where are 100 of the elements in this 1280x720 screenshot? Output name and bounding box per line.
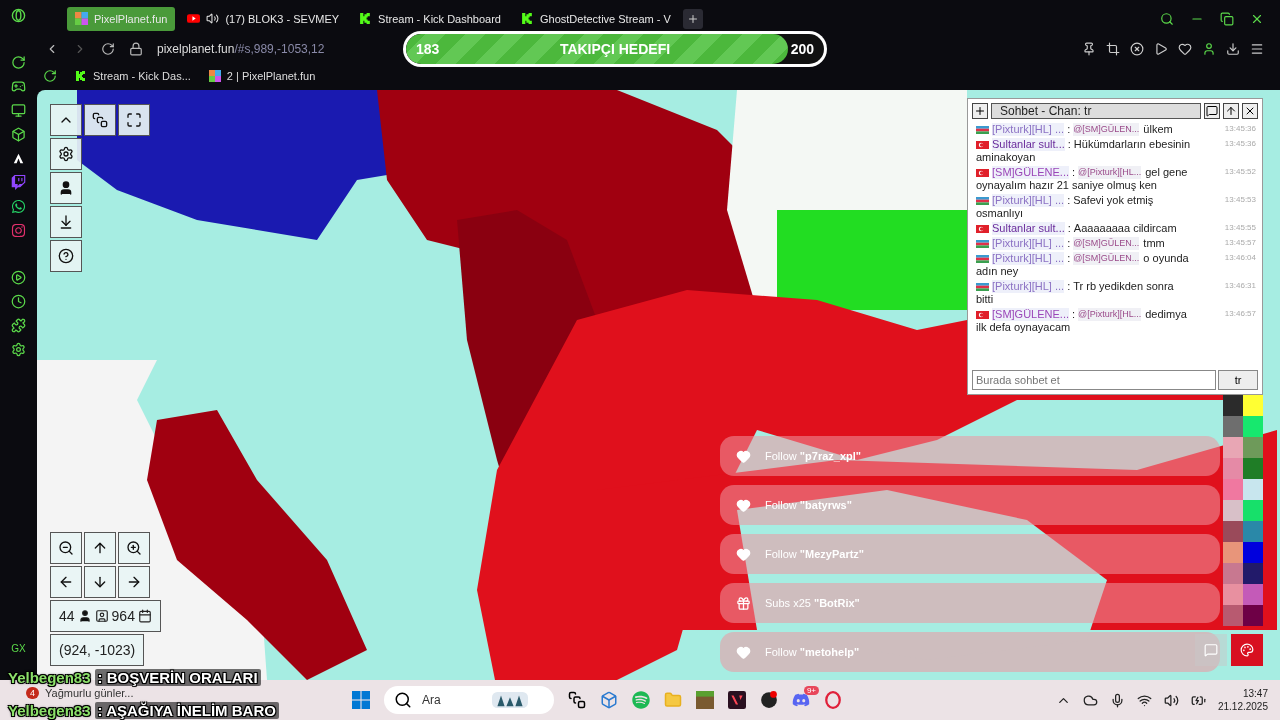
move-down-button[interactable]	[84, 566, 116, 598]
user-icon[interactable]	[58, 180, 74, 196]
caret-logo-icon[interactable]	[11, 151, 26, 166]
profile-icon[interactable]	[1202, 42, 1216, 56]
palette-icon[interactable]	[1240, 643, 1254, 657]
help-button[interactable]	[50, 240, 82, 272]
color-swatch[interactable]	[1243, 500, 1263, 521]
zoom-out-icon[interactable]	[58, 540, 74, 556]
chat-username[interactable]: [SM]GÜLENE...	[992, 308, 1070, 321]
task-view-icon[interactable]	[568, 691, 586, 709]
color-swatch[interactable]	[1223, 605, 1243, 626]
channel-button[interactable]: tr	[1218, 370, 1258, 390]
chip-icon[interactable]	[11, 127, 26, 142]
chat-username[interactable]: [Pixturk][HL] ...	[992, 237, 1065, 250]
collapse-button[interactable]	[50, 104, 82, 136]
play-icon[interactable]	[1154, 42, 1168, 56]
palette-button[interactable]	[1231, 634, 1263, 666]
instagram-icon[interactable]	[11, 223, 26, 238]
zoom-out-button[interactable]	[50, 532, 82, 564]
address-bar[interactable]: pixelplanet.fun/#s,989,-1053,12	[157, 42, 325, 56]
browser-tab[interactable]: Stream - Kick Dashboard	[351, 6, 509, 31]
pin-icon[interactable]	[1082, 42, 1096, 56]
twitch-icon[interactable]	[11, 175, 26, 190]
arrow-right-icon[interactable]	[126, 574, 142, 590]
download-button[interactable]	[50, 206, 82, 238]
gamepad-icon[interactable]	[11, 79, 26, 94]
color-swatch[interactable]	[1243, 605, 1263, 626]
chat-username[interactable]: [Pixturk][HL] ...	[992, 123, 1065, 136]
refresh-icon[interactable]	[11, 55, 26, 70]
color-swatch[interactable]	[1243, 458, 1263, 479]
clock-date[interactable]: 21.12.2025	[1217, 700, 1268, 713]
volume-icon[interactable]	[1163, 692, 1179, 708]
play-icon[interactable]	[11, 270, 26, 285]
cloud-icon[interactable]	[1082, 692, 1098, 708]
squares-icon[interactable]	[92, 112, 108, 128]
settings-button[interactable]	[50, 138, 82, 170]
settings-icon[interactable]	[58, 146, 74, 162]
monitor-icon[interactable]	[11, 103, 26, 118]
puzzle-icon[interactable]	[11, 318, 26, 333]
3d-view-button[interactable]	[118, 104, 150, 136]
mention[interactable]: @[SM]GÜLEN...	[1073, 237, 1140, 250]
search-input[interactable]: Ara	[420, 692, 484, 708]
browser-tab[interactable]: GhostDetective Stream - V	[513, 6, 679, 31]
reload-icon[interactable]	[101, 42, 115, 56]
mention[interactable]: @[Pixturk][HL...	[1078, 166, 1142, 179]
color-swatch[interactable]	[1223, 437, 1243, 458]
wifi-icon[interactable]	[1136, 692, 1152, 708]
browser-tab[interactable]: PixelPlanet.fun	[67, 6, 176, 31]
microphone-icon[interactable]	[1109, 692, 1125, 708]
chat-username[interactable]: Sultanlar sult...	[992, 222, 1065, 235]
color-swatch[interactable]	[1223, 500, 1243, 521]
color-swatch[interactable]	[1243, 395, 1263, 416]
download-icon[interactable]	[1226, 42, 1240, 56]
help-icon[interactable]	[58, 248, 74, 264]
search-icon[interactable]	[394, 691, 412, 709]
chat-username[interactable]: [Pixturk][HL] ...	[992, 194, 1065, 207]
color-swatch[interactable]	[1223, 395, 1243, 416]
user-button[interactable]	[50, 172, 82, 204]
v-logo-icon[interactable]	[728, 691, 746, 709]
refresh-icon[interactable]	[43, 68, 57, 83]
mention[interactable]: @[SM]GÜLEN...	[1073, 252, 1140, 265]
color-swatch[interactable]	[1223, 584, 1243, 605]
color-swatch[interactable]	[1243, 437, 1263, 458]
heart-icon[interactable]	[1178, 42, 1192, 56]
color-swatch[interactable]	[1243, 563, 1263, 584]
bookmark[interactable]: Stream - Kick Das...	[75, 69, 191, 82]
cube-app-icon[interactable]	[600, 691, 618, 709]
weather-text[interactable]: Yağmurlu günler...	[45, 687, 134, 699]
chat-input[interactable]: Burada sohbet et	[972, 370, 1216, 390]
color-swatch[interactable]	[1243, 521, 1263, 542]
move-right-button[interactable]	[118, 566, 150, 598]
color-swatch[interactable]	[1243, 584, 1263, 605]
browser-logo-icon[interactable]	[11, 8, 26, 23]
restore-icon[interactable]	[1220, 11, 1234, 26]
record-icon[interactable]	[760, 691, 778, 709]
color-swatch[interactable]	[1223, 458, 1243, 479]
history-icon[interactable]	[11, 294, 26, 309]
taskbar-search[interactable]: Ara	[384, 686, 554, 714]
snapshot-icon[interactable]	[1106, 42, 1120, 56]
color-swatch[interactable]	[1223, 542, 1243, 563]
corners-icon[interactable]	[126, 112, 142, 128]
mention[interactable]: @[SM]GÜLEN...	[1073, 123, 1140, 136]
start-icon[interactable]	[352, 691, 370, 709]
chat-username[interactable]: [Pixturk][HL] ...	[992, 252, 1065, 265]
canvas-button[interactable]	[84, 104, 116, 136]
color-swatch[interactable]	[1243, 542, 1263, 563]
move-left-button[interactable]	[50, 566, 82, 598]
color-swatch[interactable]	[1223, 521, 1243, 542]
chat-toggle-button[interactable]	[1195, 634, 1227, 666]
download-icon[interactable]	[58, 214, 74, 230]
arrow-left-icon[interactable]	[58, 574, 74, 590]
chat-username[interactable]: [Pixturk][HL] ...	[992, 280, 1065, 293]
ring-logo-icon[interactable]	[824, 691, 842, 709]
browser-tab[interactable]: (17) BLOK3 - SEVMEY	[179, 6, 348, 31]
chat-username[interactable]: [SM]GÜLENE...	[992, 166, 1070, 179]
color-swatch[interactable]	[1223, 479, 1243, 500]
block-icon[interactable]	[1130, 42, 1144, 56]
menu-icon[interactable]	[1250, 42, 1264, 56]
zoom-in-icon[interactable]	[126, 540, 142, 556]
chat-username[interactable]: Sultanlar sult...	[992, 138, 1065, 151]
